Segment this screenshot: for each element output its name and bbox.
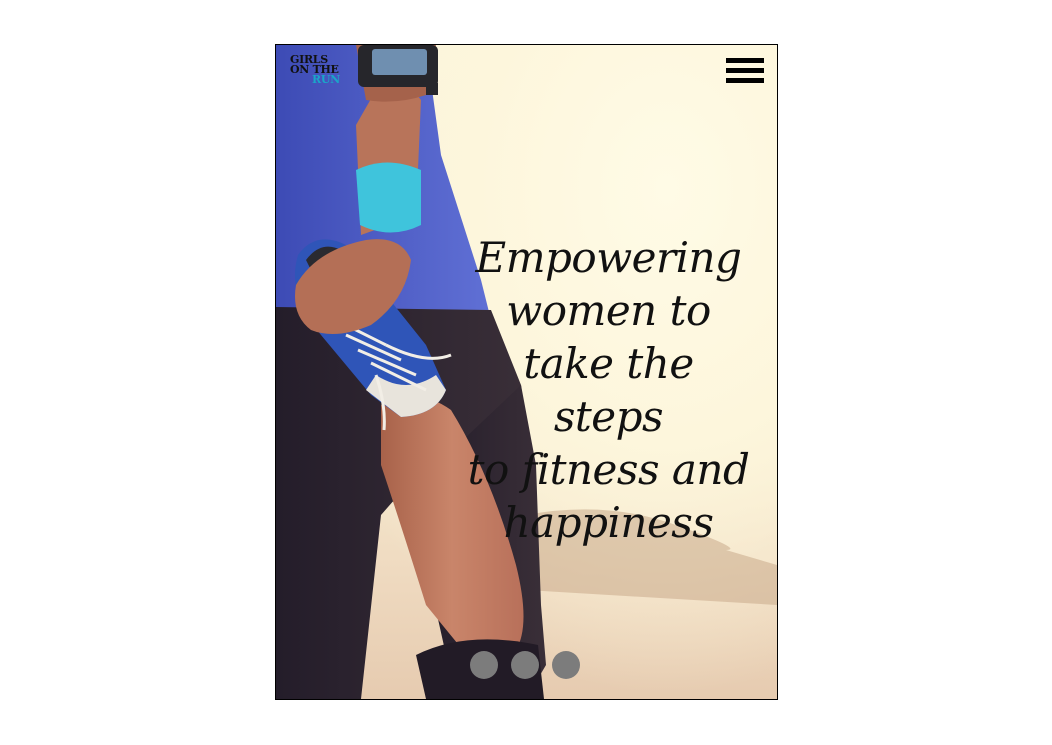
logo-line-run: RUN (312, 73, 340, 86)
headline-line: happiness (503, 498, 714, 547)
carousel-pagination (470, 651, 580, 679)
headline-line: Empowering (475, 233, 742, 282)
headline-line: to fitness and (467, 445, 750, 494)
hero-headline: Empowering women to take the steps to fi… (466, 231, 751, 549)
carousel-dot-2[interactable] (511, 651, 539, 679)
carousel-dot-1[interactable] (470, 651, 498, 679)
headline-line: women to (506, 286, 711, 335)
menu-bar (726, 68, 764, 73)
menu-bar (726, 58, 764, 63)
menu-bar (726, 78, 764, 83)
headline-line: take the steps (523, 339, 694, 441)
logo[interactable]: GIRLS ON THE RUN (290, 54, 340, 86)
hamburger-menu-icon[interactable] (726, 58, 764, 86)
carousel-dot-3[interactable] (552, 651, 580, 679)
hero-slide: GIRLS ON THE RUN Empowering women to tak… (275, 44, 778, 700)
